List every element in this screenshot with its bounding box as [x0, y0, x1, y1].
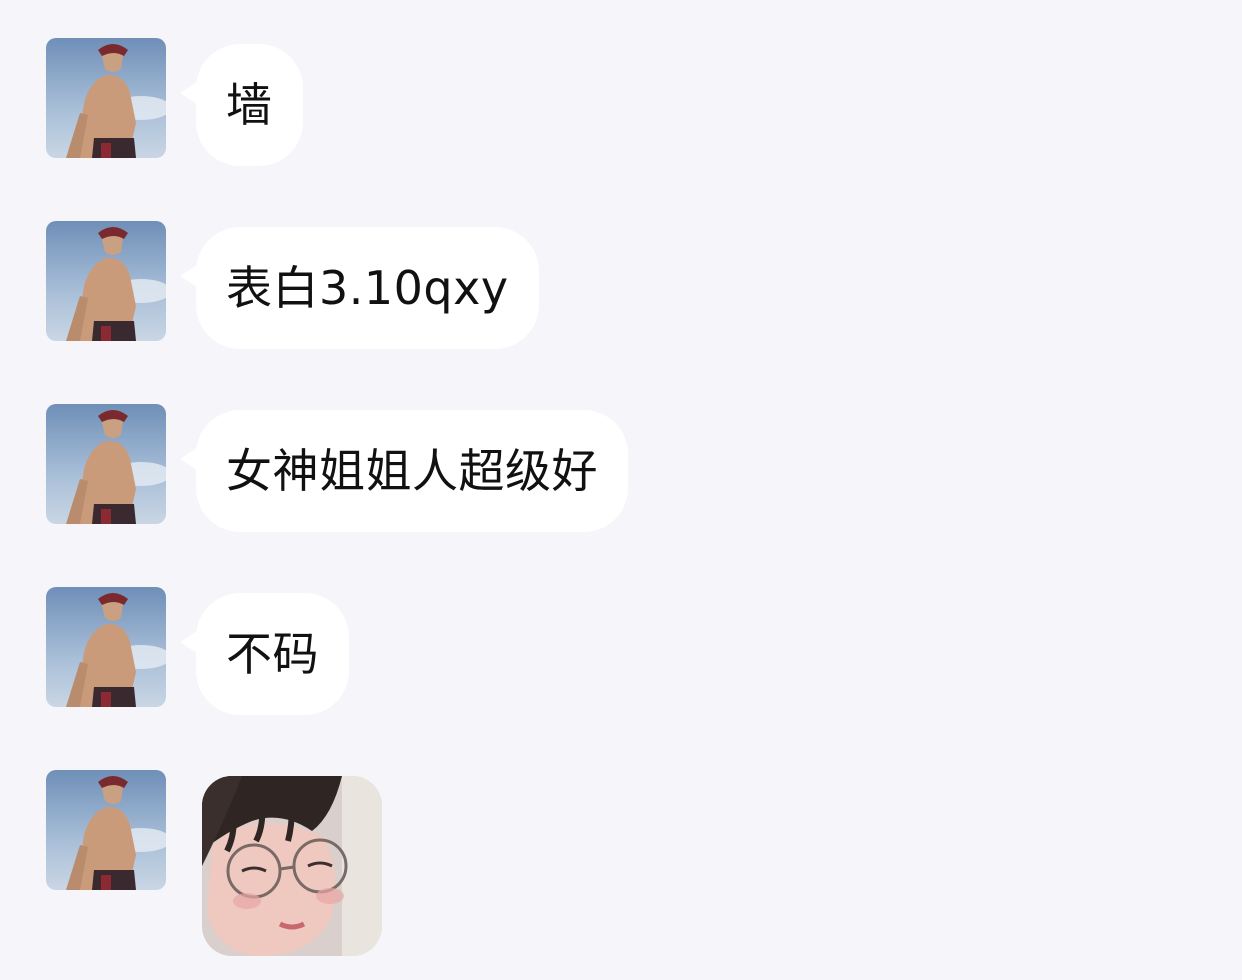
message-bubble[interactable]: 墙	[180, 44, 303, 166]
message-bubble[interactable]: 表白3.10qxy	[180, 227, 539, 349]
sender-avatar[interactable]	[46, 587, 166, 707]
sender-avatar[interactable]	[46, 38, 166, 158]
sender-avatar[interactable]	[46, 221, 166, 341]
crying-girl-with-glasses-sticker[interactable]	[202, 776, 382, 956]
message-bubble[interactable]: 不码	[180, 593, 349, 715]
message-text: 女神姐姐人超级好	[226, 444, 598, 498]
message-text: 不码	[226, 627, 319, 681]
sender-avatar[interactable]	[46, 770, 166, 890]
message-bubble[interactable]: 女神姐姐人超级好	[180, 410, 628, 532]
message-text: 表白3.10qxy	[226, 261, 509, 315]
message-text: 墙	[226, 78, 273, 132]
chat-thread: 墙 表白3.10qxy 女神姐姐人超级好 不码	[0, 0, 1242, 980]
sender-avatar[interactable]	[46, 404, 166, 524]
